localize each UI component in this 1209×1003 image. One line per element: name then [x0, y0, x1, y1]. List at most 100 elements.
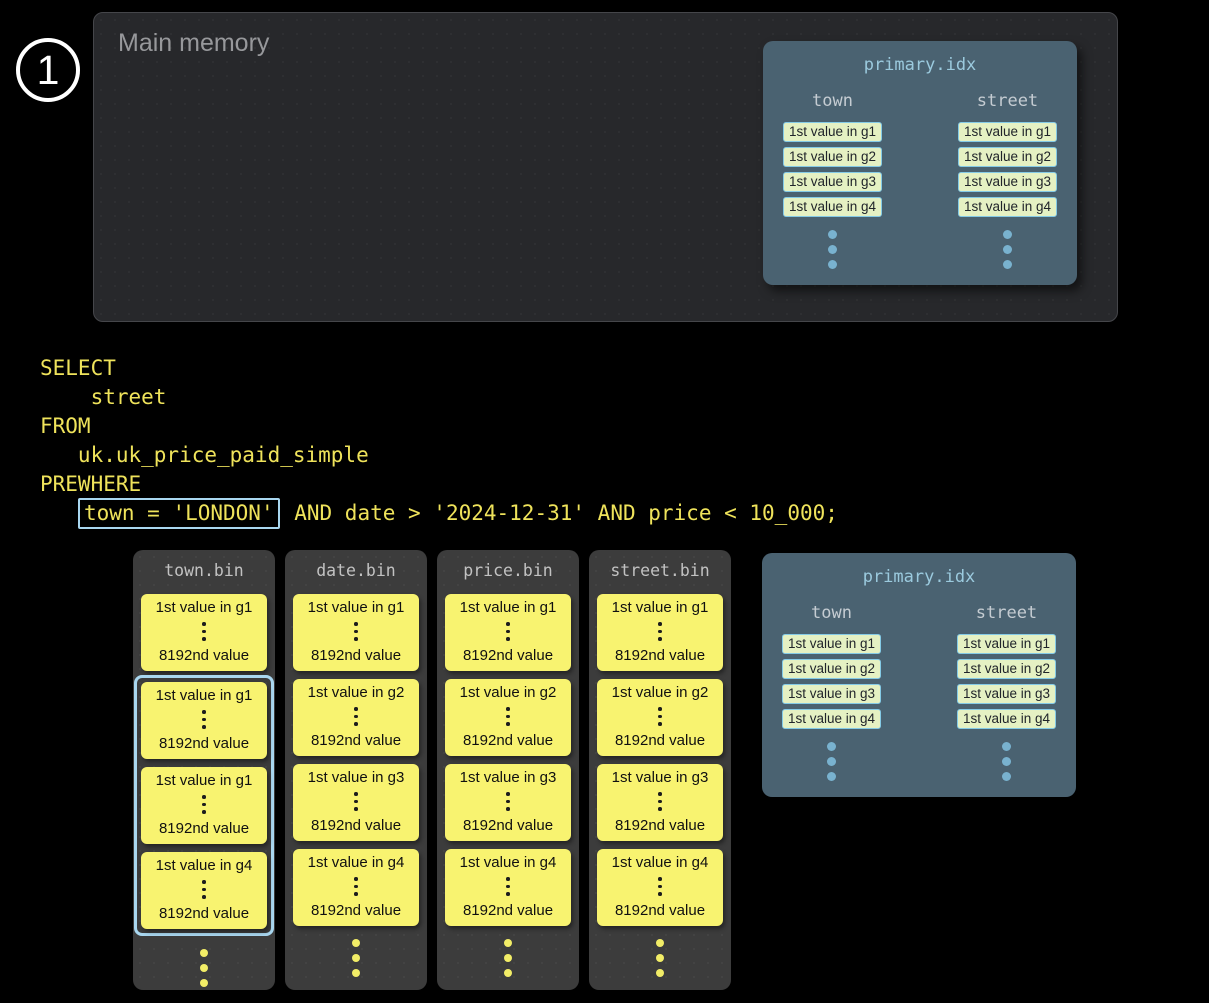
granule-last-value: 8192nd value [159, 647, 249, 664]
ellipsis-dots [597, 939, 723, 977]
index-columns: town 1st value in g1 1st value in g2 1st… [781, 91, 1059, 269]
index-entry-chip: 1st value in g1 [783, 122, 882, 142]
ellipsis-dots [827, 742, 836, 781]
diagram-canvas: 1 Main memory primary.idx town 1st value… [0, 0, 1209, 1003]
granule-first-value: 1st value in g4 [460, 854, 557, 871]
step-number: 1 [37, 50, 60, 91]
index-entry-list: 1st value in g1 1st value in g2 1st valu… [783, 122, 882, 217]
index-column-header: street [976, 603, 1037, 623]
granule-first-value: 1st value in g1 [156, 687, 253, 704]
vertical-ellipsis-icon [202, 880, 206, 899]
index-entry-list: 1st value in g1 1st value in g2 1st valu… [958, 122, 1057, 217]
granule-block: 1st value in g4 8192nd value [597, 849, 723, 926]
index-entry-list: 1st value in g1 1st value in g2 1st valu… [957, 634, 1056, 729]
vertical-ellipsis-icon [506, 877, 510, 896]
vertical-ellipsis-icon [202, 622, 206, 641]
index-entry-chip: 1st value in g1 [958, 122, 1057, 142]
granule-block: 1st value in g3 8192nd value [445, 764, 571, 841]
granule-first-value: 1st value in g4 [308, 854, 405, 871]
index-entry-chip: 1st value in g4 [782, 709, 881, 729]
column-file: date.bin 1st value in g1 8192nd value 1s… [285, 550, 427, 990]
granule-block: 1st value in g1 8192nd value [597, 594, 723, 671]
granule-block: 1st value in g3 8192nd value [293, 764, 419, 841]
index-entry-list: 1st value in g1 1st value in g2 1st valu… [782, 634, 881, 729]
sql-line: SELECT [40, 354, 838, 383]
granule-last-value: 8192nd value [615, 902, 705, 919]
granule-first-value: 1st value in g4 [156, 857, 253, 874]
vertical-ellipsis-icon [506, 792, 510, 811]
granule-last-value: 8192nd value [463, 817, 553, 834]
granule-block: 1st value in g1 8192nd value [445, 594, 571, 671]
index-column: street 1st value in g1 1st value in g2 1… [958, 91, 1057, 269]
prewhere-town-predicate-highlight: town = 'LONDON' [78, 498, 280, 529]
granule-first-value: 1st value in g1 [308, 599, 405, 616]
granule-last-value: 8192nd value [311, 817, 401, 834]
primary-idx-panel-disk: primary.idx town 1st value in g1 1st val… [762, 553, 1076, 797]
column-file-name: date.bin [293, 561, 419, 580]
vertical-ellipsis-icon [354, 877, 358, 896]
granule-first-value: 1st value in g2 [460, 684, 557, 701]
column-files-row: town.bin 1st value in g1 8192nd value 1s… [133, 550, 731, 990]
vertical-ellipsis-icon [506, 707, 510, 726]
granule-block: 1st value in g2 8192nd value [293, 679, 419, 756]
column-file-name: town.bin [141, 561, 267, 580]
index-entry-chip: 1st value in g4 [783, 197, 882, 217]
sql-text: street [40, 385, 166, 409]
ellipsis-dots [1003, 230, 1012, 269]
index-entry-chip: 1st value in g2 [783, 147, 882, 167]
ellipsis-dots [141, 949, 267, 987]
vertical-ellipsis-icon [354, 622, 358, 641]
sql-line: street [40, 383, 838, 412]
column-file: price.bin 1st value in g1 8192nd value 1… [437, 550, 579, 990]
sql-line: PREWHERE [40, 470, 838, 499]
column-file-name: street.bin [597, 561, 723, 580]
index-column: street 1st value in g1 1st value in g2 1… [957, 603, 1056, 781]
granule-block: 1st value in g1 8192nd value [141, 594, 267, 671]
granule-first-value: 1st value in g1 [612, 599, 709, 616]
granule-block-list: 1st value in g1 8192nd value 1st value i… [597, 594, 723, 926]
granule-block-list: 1st value in g1 8192nd value 1st value i… [293, 594, 419, 926]
sql-text: uk.uk_price_paid_simple [40, 443, 369, 467]
index-entry-chip: 1st value in g4 [957, 709, 1056, 729]
selected-granules-highlight: 1st value in g1 8192nd value 1st value i… [134, 675, 274, 936]
index-entry-chip: 1st value in g4 [958, 197, 1057, 217]
sql-text: SELECT [40, 356, 116, 380]
step-badge: 1 [16, 38, 80, 102]
granule-block: 1st value in g4 8192nd value [141, 852, 267, 929]
granule-last-value: 8192nd value [159, 820, 249, 837]
granule-last-value: 8192nd value [311, 732, 401, 749]
main-memory-box: Main memory primary.idx town 1st value i… [93, 12, 1118, 322]
index-entry-chip: 1st value in g1 [957, 634, 1056, 654]
index-entry-chip: 1st value in g3 [782, 684, 881, 704]
sql-query: SELECT street FROM uk.uk_price_paid_simpl… [40, 354, 838, 528]
vertical-ellipsis-icon [658, 877, 662, 896]
vertical-ellipsis-icon [202, 710, 206, 729]
index-entry-chip: 1st value in g3 [957, 684, 1056, 704]
index-file-title: primary.idx [780, 567, 1058, 587]
granule-block: 1st value in g1 8192nd value [141, 767, 267, 844]
index-entry-chip: 1st value in g2 [957, 659, 1056, 679]
sql-line: town = 'LONDON' AND date > '2024-12-31' … [40, 499, 838, 528]
granule-block: 1st value in g4 8192nd value [293, 849, 419, 926]
sql-text: FROM [40, 414, 91, 438]
vertical-ellipsis-icon [658, 622, 662, 641]
column-file: street.bin 1st value in g1 8192nd value … [589, 550, 731, 990]
vertical-ellipsis-icon [658, 792, 662, 811]
granule-last-value: 8192nd value [311, 647, 401, 664]
index-column-header: town [811, 603, 852, 623]
granule-last-value: 8192nd value [463, 732, 553, 749]
index-entry-chip: 1st value in g2 [958, 147, 1057, 167]
granule-first-value: 1st value in g2 [612, 684, 709, 701]
vertical-ellipsis-icon [354, 792, 358, 811]
index-file-title: primary.idx [781, 55, 1059, 75]
ellipsis-dots [828, 230, 837, 269]
granule-block: 1st value in g2 8192nd value [445, 679, 571, 756]
sql-line: FROM [40, 412, 838, 441]
index-entry-chip: 1st value in g3 [958, 172, 1057, 192]
granule-block-list: 1st value in g1 8192nd value 1st value i… [141, 594, 267, 936]
index-column: town 1st value in g1 1st value in g2 1st… [783, 91, 882, 269]
granule-first-value: 1st value in g3 [308, 769, 405, 786]
vertical-ellipsis-icon [354, 707, 358, 726]
sql-text: AND date > '2024-12-31' AND price < 10_0… [282, 501, 838, 525]
granule-first-value: 1st value in g4 [612, 854, 709, 871]
